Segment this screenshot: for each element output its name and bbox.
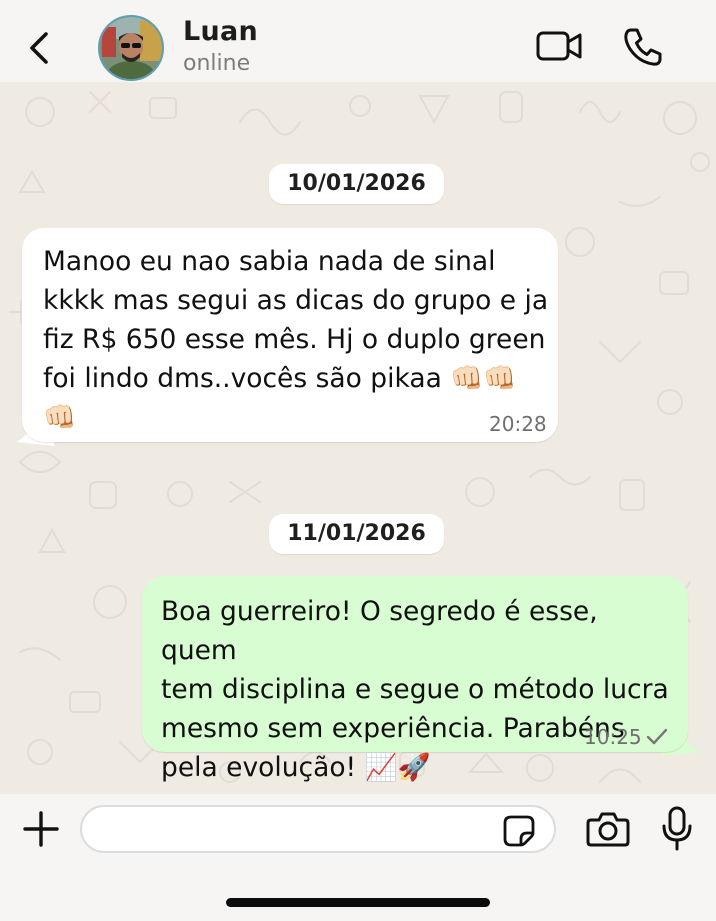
chat-header: Luan online	[0, 0, 716, 82]
camera-button[interactable]	[586, 809, 630, 849]
chat-screen: Luan online 10/01/2026 Manoo eu nao sabi…	[0, 0, 716, 921]
message-time: 10:25	[584, 725, 642, 749]
message-time: 20:28	[489, 412, 547, 436]
contact-name[interactable]: Luan	[183, 16, 258, 47]
single-check-icon	[646, 728, 668, 745]
message-input[interactable]	[80, 805, 556, 853]
avatar-photo	[100, 17, 162, 79]
attach-button[interactable]	[22, 810, 60, 848]
microphone-icon	[662, 806, 692, 851]
camera-icon	[586, 812, 630, 847]
avatar[interactable]	[98, 15, 164, 81]
date-chip: 10/01/2026	[269, 164, 444, 204]
voice-call-button[interactable]	[622, 26, 664, 68]
phone-icon	[624, 28, 662, 66]
incoming-message-bubble[interactable]: Manoo eu nao sabia nada de sinal kkkk ma…	[22, 228, 558, 442]
chevron-left-icon	[30, 32, 48, 64]
contact-status: online	[183, 51, 251, 76]
message-text: Boa guerreiro! O segredo é esse, quem te…	[161, 596, 669, 783]
chat-area[interactable]: 10/01/2026 Manoo eu nao sabia nada de si…	[0, 82, 716, 794]
home-indicator[interactable]	[226, 898, 490, 907]
microphone-button[interactable]	[660, 806, 694, 852]
video-call-button[interactable]	[534, 26, 584, 66]
sticker-icon	[503, 815, 535, 847]
video-camera-icon	[536, 31, 582, 61]
back-button[interactable]	[22, 28, 58, 68]
plus-icon	[23, 811, 59, 847]
composer-bar	[0, 794, 716, 921]
message-text: Manoo eu nao sabia nada de sinal kkkk ma…	[43, 246, 549, 433]
sticker-button[interactable]	[502, 814, 536, 848]
outgoing-message-bubble[interactable]: Boa guerreiro! O segredo é esse, quem te…	[142, 576, 688, 783]
date-chip: 11/01/2026	[269, 514, 444, 554]
